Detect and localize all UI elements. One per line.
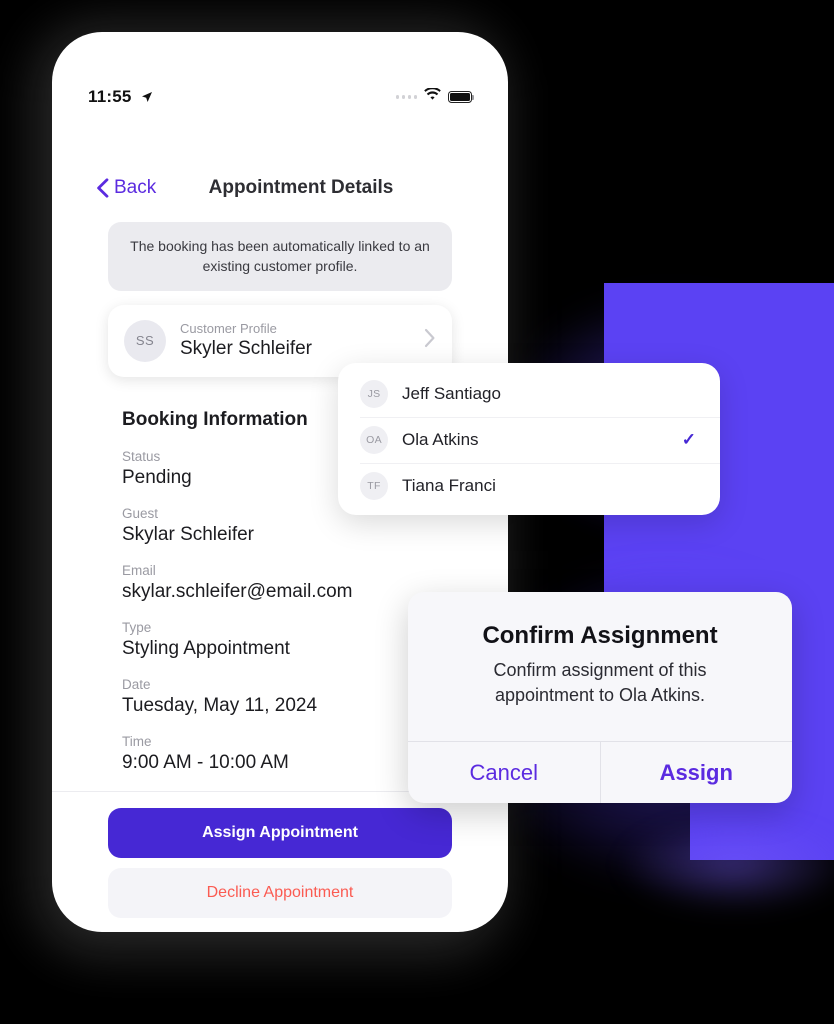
staff-option-jeff-santiago[interactable]: JS Jeff Santiago <box>338 371 720 417</box>
avatar: SS <box>124 319 166 362</box>
clock-time: 11:55 <box>88 87 132 106</box>
status-bar: 11:55 <box>52 80 508 114</box>
staff-option-label: Ola Atkins <box>402 430 479 449</box>
decorative-purple-glow <box>620 820 834 910</box>
dialog-assign-button[interactable]: Assign <box>599 742 793 803</box>
customer-profile-name: Skyler Schleifer <box>180 338 312 360</box>
status-bar-clock: 11:55 <box>88 87 153 107</box>
assign-appointment-button[interactable]: Assign Appointment <box>108 807 452 858</box>
confirm-assignment-dialog: Confirm Assignment Confirm assignment of… <box>408 592 792 803</box>
staff-option-tiana-franci[interactable]: TF Tiana Franci <box>338 463 720 509</box>
decline-appointment-button[interactable]: Decline Appointment <box>108 867 452 918</box>
page-title: Appointment Details <box>208 177 394 198</box>
action-buttons: Assign Appointment Decline Appointment <box>52 792 508 918</box>
avatar: TF <box>360 472 388 500</box>
dialog-title: Confirm Assignment <box>482 622 718 649</box>
customer-profile-texts: Customer Profile Skyler Schleifer <box>180 321 410 360</box>
avatar: OA <box>360 426 388 454</box>
location-arrow-icon <box>141 88 153 108</box>
dialog-body: Confirm Assignment Confirm assignment of… <box>408 592 792 708</box>
field-label: Email <box>122 562 156 578</box>
signal-dots-icon <box>395 95 417 99</box>
field-value: Skylar Schleifer <box>122 523 254 545</box>
navigation-bar: Back Appointment Details <box>52 172 508 216</box>
info-banner: The booking has been automatically linke… <box>108 222 452 291</box>
checkmark-icon: ✓ <box>681 430 696 449</box>
staff-option-label: Jeff Santiago <box>402 384 501 403</box>
wifi-icon <box>424 87 441 106</box>
dialog-message: Confirm assignment of this appointment t… <box>493 660 707 705</box>
battery-icon <box>448 91 475 103</box>
dialog-buttons: Cancel Assign <box>408 741 792 803</box>
staff-assignment-dropdown: JS Jeff Santiago OA Ola Atkins ✓ TF Tian… <box>338 363 720 515</box>
avatar: JS <box>360 380 388 408</box>
screen-content: The booking has been automatically linke… <box>52 222 508 918</box>
staff-option-label: Tiana Franci <box>402 476 496 495</box>
composition-stage: 11:55 Back Appointment Details The booki… <box>0 0 834 1024</box>
dialog-cancel-button[interactable]: Cancel <box>408 742 600 803</box>
customer-profile-label: Customer Profile <box>180 321 277 337</box>
status-bar-indicators <box>395 87 475 106</box>
staff-option-ola-atkins[interactable]: OA Ola Atkins ✓ <box>338 417 720 463</box>
chevron-right-icon <box>424 328 436 353</box>
